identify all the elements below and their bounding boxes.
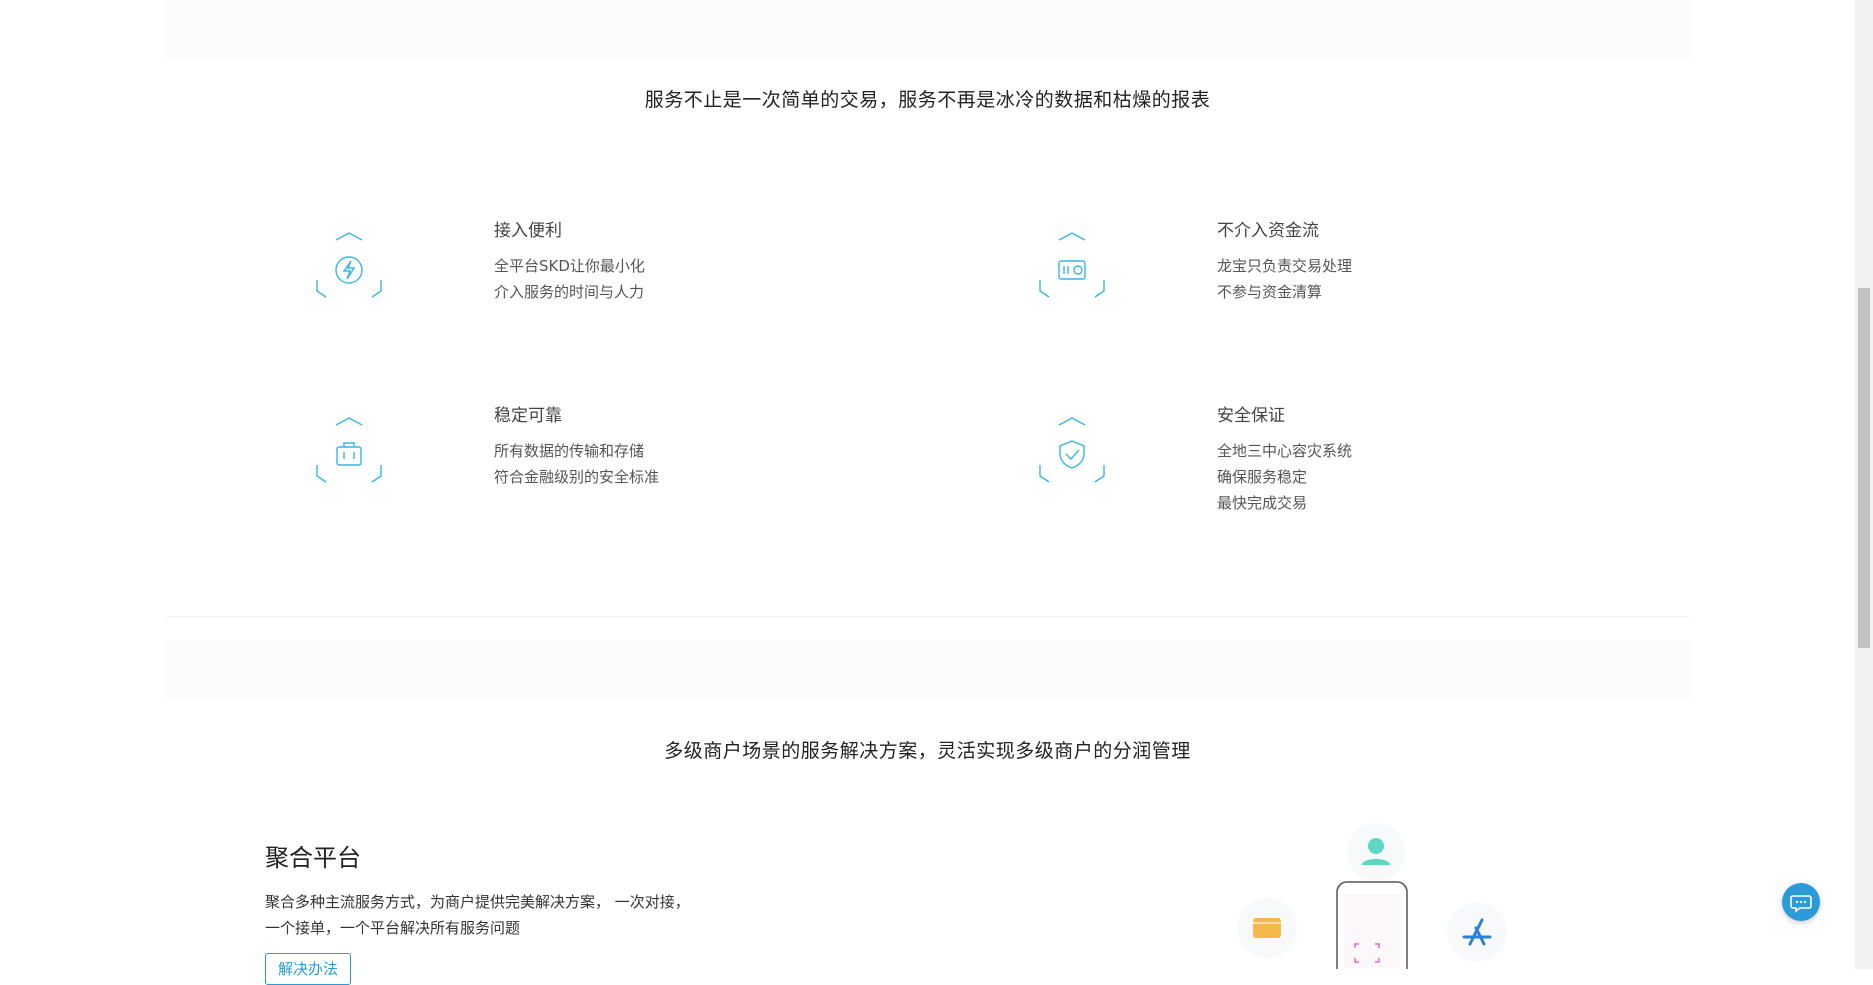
feature-desc-line: 介入服务的时间与人力 [494, 283, 645, 301]
feature-title: 稳定可靠 [494, 406, 562, 426]
card-icon [1237, 898, 1297, 958]
section-title-solution: 多级商户场景的服务解决方案，灵活实现多级商户的分润管理 [664, 740, 1191, 762]
feature-desc-line: 全地三中心容灾系统 [1217, 442, 1353, 460]
scrollbar-thumb[interactable] [1858, 288, 1870, 648]
top-panel [165, 0, 1690, 60]
solution-button[interactable]: 解决办法 [265, 953, 351, 985]
aggregate-desc-line: 一个接单，一个平台解决所有服务问题 [265, 919, 521, 937]
feature-desc-line: 符合金融级别的安全标准 [494, 468, 660, 486]
user-icon [1347, 823, 1405, 881]
feature-title: 不介入资金流 [1217, 221, 1319, 241]
feature-desc-line: 龙宝只负责交易处理 [1217, 257, 1353, 275]
feature-desc: 所有数据的传输和存储 符合金融级别的安全标准 [494, 438, 659, 490]
section-divider [165, 616, 1690, 617]
feature-desc-line: 最快完成交易 [1217, 494, 1308, 512]
feature-title: 接入便利 [494, 221, 562, 241]
shield-check-icon [1037, 417, 1107, 487]
feature-title: 安全保证 [1217, 406, 1285, 426]
briefcase-icon [314, 417, 384, 487]
feature-desc-line: 所有数据的传输和存储 [494, 442, 645, 460]
lightning-icon [314, 232, 384, 302]
aggregate-platform-title: 聚合平台 [265, 844, 361, 872]
page: 服务不止是一次简单的交易，服务不再是冰冷的数据和枯燥的报表 接入便利 全平台SK… [0, 0, 1855, 985]
safe-box-icon [1037, 232, 1107, 302]
feature-desc: 全地三中心容灾系统 确保服务稳定 最快完成交易 [1217, 438, 1352, 516]
feature-desc: 龙宝只负责交易处理 不参与资金清算 [1217, 253, 1352, 305]
app-store-icon [1447, 902, 1507, 962]
aggregate-platform-desc: 聚合多种主流服务方式，为商户提供完美解决方案， 一次对接， 一个接单，一个平台解… [265, 889, 690, 941]
aggregate-desc-line: 聚合多种主流服务方式，为商户提供完美解决方案， 一次对接， [265, 893, 690, 911]
feature-desc-line: 不参与资金清算 [1217, 283, 1323, 301]
vertical-scrollbar[interactable] [1855, 0, 1873, 969]
illustration-graphic [1237, 823, 1507, 983]
bottom-panel [165, 640, 1690, 700]
feature-desc-line: 确保服务稳定 [1217, 468, 1308, 486]
phone-icon [1336, 881, 1408, 983]
aggregate-illustration [1230, 820, 1530, 983]
chat-button[interactable] [1782, 883, 1820, 921]
feature-desc: 全平台SKD让你最小化 介入服务的时间与人力 [494, 253, 645, 305]
section-title-service: 服务不止是一次简单的交易，服务不再是冰冷的数据和枯燥的报表 [644, 89, 1211, 111]
feature-desc-line: 全平台SKD让你最小化 [494, 257, 645, 275]
chat-bubble-icon [1790, 895, 1812, 913]
